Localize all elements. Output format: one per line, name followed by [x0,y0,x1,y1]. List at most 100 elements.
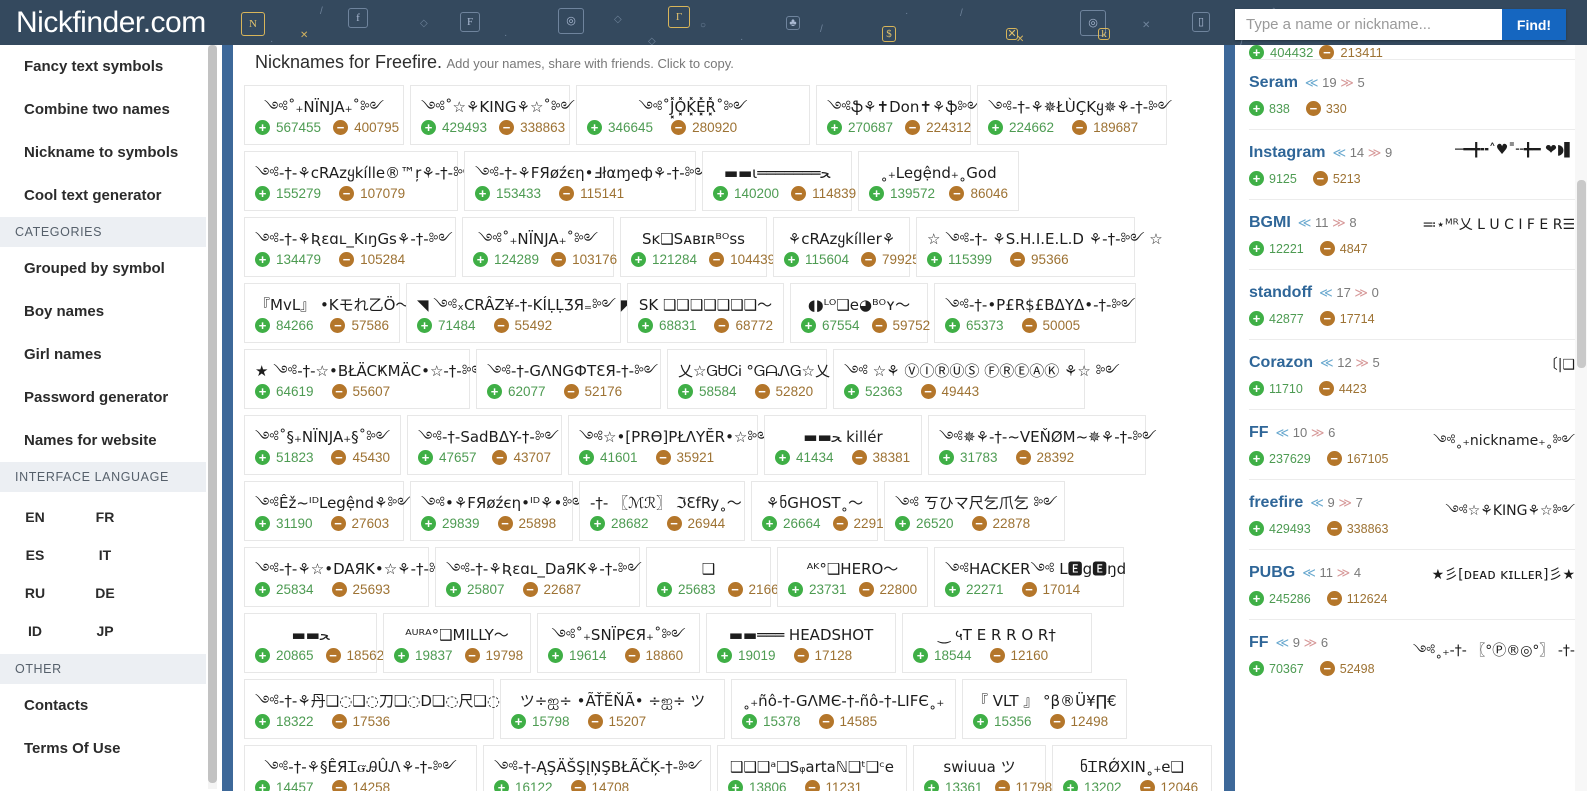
vote-up-icon[interactable]: + [657,582,672,597]
nickname-card[interactable]: ༺ֆ⚘✝Don✝⚘ֆ༻ +270687−224312 [816,85,981,145]
vote-down-icon[interactable]: − [1318,381,1334,396]
vote-down-icon[interactable]: − [949,186,965,201]
vote-up-icon[interactable]: + [638,318,653,333]
language-option-en[interactable]: EN [0,498,70,536]
language-option-jp[interactable]: JP [70,612,140,650]
vote-up-icon[interactable]: + [924,780,939,791]
tag-preview-nickname[interactable]: ★彡[ᴅᴇᴀᴅ ᴋɪʟʟᴇʀ]彡★ [1432,564,1575,584]
nickname-card[interactable]: ‿ ५T E R R O R† +18544 −12160 [902,613,1092,673]
sidebar-item-grouped-by-symbol[interactable]: Grouped by symbol [0,247,206,290]
vote-up-icon[interactable]: + [494,780,509,791]
vote-up-icon[interactable]: + [255,384,270,399]
vote-down-icon[interactable]: − [570,780,586,791]
nickname-card[interactable]: ნᏆRǾXIN˳₊e❑ +13202 −12046 [1052,745,1212,791]
vote-down-icon[interactable]: − [587,714,603,729]
nickname-card[interactable]: ༺˚₊NÏNJA₊˚༻ +567455−400795 [244,85,404,145]
vote-down-icon[interactable]: − [1319,311,1335,326]
vote-down-icon[interactable]: − [330,516,346,531]
vote-down-icon[interactable]: − [1139,780,1155,791]
nickname-card[interactable]: ᴬᴷ°❑HERO〜 +23731−22800 [777,547,928,607]
tag-preview-nickname[interactable]: ༺˳₊-†- 〖°Ⓟ®◎°〗 -†- [1413,634,1575,674]
tag-name[interactable]: Seram [1249,74,1298,92]
vote-down-icon[interactable]: − [497,516,513,531]
nickname-card[interactable]: ༺-†-⚘✵ŁÙÇKყ✵⚘-†-༻ +224662 −189687 [977,85,1172,145]
nickname-card[interactable]: 『MvL』 •Kモれ乙Ö〜 +84266 −57586 [244,283,410,343]
vote-down-icon[interactable]: − [331,384,347,399]
nickname-card[interactable]: ▬▬═══ HEADSHOT +19019 −17128 [706,613,896,673]
vote-down-icon[interactable]: − [559,186,575,201]
vote-up-icon[interactable]: + [844,384,859,399]
vote-down-icon[interactable]: − [971,516,987,531]
tag-list-item[interactable]: FF ≪ 9 ≫ 6 +70367−52498 ༺˳₊-†- 〖°Ⓟ®◎°〗 -†- [1249,619,1575,689]
page-scrollbar-track[interactable] [1575,45,1587,791]
vote-up-icon[interactable]: + [255,582,270,597]
vote-up-icon[interactable]: + [913,648,928,663]
nickname-card[interactable]: ༺˚₊SNÏPЄЯ₊˚༻ +19614 −18860 [537,613,700,673]
nickname-card[interactable]: ☆ ༺-†- ⚘S.H.I.E.L.D ⚘-†-༻ ☆ +115399 −95366 [916,217,1163,277]
language-option-fr[interactable]: FR [70,498,140,536]
tag-list-item[interactable]: PUBG ≪ 11 ≫ 4 +245286−112624 ★彡[ᴅᴇᴀᴅ ᴋɪʟʟᴇʀ… [1249,549,1575,619]
nickname-card[interactable]: ༺ ☆⚘ ⓋⒾⓇⓊⓈ ⒻⓇⒺⒶⓀ ⚘☆ ༻ +52363 −49443 [833,349,1120,409]
vote-down-icon[interactable]: − [339,252,355,267]
vote-up-icon[interactable]: + [511,714,526,729]
vote-down-icon[interactable]: − [325,648,341,663]
nickname-card[interactable]: ⚘ნGHOST˳〜 +26664−22918 [751,481,891,541]
sidebar-item-cool-text-generator[interactable]: Cool text generator [0,174,206,217]
vote-up-icon[interactable]: + [1249,101,1264,116]
vote-up-icon[interactable]: + [473,252,488,267]
vote-down-icon[interactable]: − [551,252,567,267]
tag-preview-nickname[interactable]: ─━╋╍˄♥˭╌╋━ ❤◗▌ [1455,142,1575,158]
vote-up-icon[interactable]: + [587,120,602,135]
nickname-card[interactable]: ▬▬ﺤ +20865−18562 [244,613,384,673]
tag-preview-nickname[interactable]: 〔|❑ [1544,354,1575,374]
tag-name[interactable]: Corazon [1249,354,1313,372]
nickname-card[interactable]: ༺-†-⚘FЯøźєη•Ⅎłαɱeф⚘-†-༻ +153433 −115141 [464,151,709,211]
sidebar-item-combine-two-names[interactable]: Combine two names [0,88,206,131]
nickname-card[interactable]: ˳₊ñô-†-GΛMЄ-†-ñô-†-LIFЄ˳₊ +15378 −14585 [731,679,956,739]
vote-up-icon[interactable]: + [255,780,270,791]
nickname-card[interactable]: ༺•⚘FЯøźєη•ᴵᴰ⚘•༻ +29839 −25898 [410,481,586,541]
brand-logo[interactable]: Nickfinder.com [0,0,222,45]
tag-preview-nickname[interactable]: ༺˳₊nickname₊˳༻ [1433,424,1575,464]
tag-list-item[interactable]: Corazon ≪ 12 ≫ 5 +11710−4423 〔|❑ [1249,339,1575,409]
nickname-card[interactable]: ༺-†-⚘☆•DAЯK•☆⚘-†-༻ +25834 −25693 [244,547,453,607]
vote-down-icon[interactable]: − [339,186,355,201]
nickname-card[interactable]: ༺˚§₊NÏNJA₊§˚༻ +51823 −45430 [244,415,401,475]
nickname-card[interactable]: 『 VLT 』 °β®Ü¥∏€ +15356 −12498 [962,679,1127,739]
sidebar-item-contacts[interactable]: Contacts [0,684,206,727]
nickname-card[interactable]: ツ÷ஐ÷ •ÃŤĔŇÃ• ÷ஐ÷ ツ +15798 −15207 [500,679,725,739]
vote-down-icon[interactable]: − [563,384,579,399]
vote-down-icon[interactable]: − [1021,582,1037,597]
vote-down-icon[interactable]: − [905,120,921,135]
nickname-card[interactable]: SK ❑❑❑❑❑❑❑〜 +68831 −68772 [627,283,784,343]
find-button[interactable]: Find! [1502,9,1566,40]
nickname-card[interactable]: ▬▬ι═══════ﺤ +140200−114839 [702,151,856,211]
vote-down-icon[interactable]: − [754,384,770,399]
vote-up-icon[interactable]: + [973,714,988,729]
vote-down-icon[interactable]: − [1319,241,1335,256]
nickname-card[interactable]: ❑❑❑ᵃ❑Sᵩartaℕ❑ᵗ❑ᶜe +13806 −11231 [717,745,907,791]
nickname-card[interactable]: ˳₊Legệnd₊˳God +139572−86046 [858,151,1019,211]
vote-down-icon[interactable]: − [671,120,687,135]
vote-up-icon[interactable]: + [446,582,461,597]
nickname-card[interactable]: ༺-†-SadBΔY-†-༻ +47657−43707 [407,415,562,475]
vote-down-icon[interactable]: − [793,648,809,663]
language-option-ru[interactable]: RU [0,574,70,612]
nickname-card[interactable]: ༺-†-⚘§ÊЯᏆᏻᎯÛᏁ⚘-†-༻ +14457 −14258 [244,745,477,791]
vote-up-icon[interactable]: + [869,186,884,201]
sidebar-scrollbar-thumb[interactable] [208,45,217,783]
vote-up-icon[interactable]: + [827,120,842,135]
vote-down-icon[interactable]: − [709,252,725,267]
vote-down-icon[interactable]: − [1072,120,1088,135]
vote-down-icon[interactable]: − [994,780,1010,791]
vote-up-icon[interactable]: + [417,318,432,333]
nickname-card[interactable]: ༺-†-⚘丹❑◌❑◌刀❑◌D❑◌尺❑◌モ| +18322 −17536 [244,679,520,739]
vote-up-icon[interactable]: + [742,714,757,729]
vote-up-icon[interactable]: + [394,648,409,663]
vote-up-icon[interactable]: + [895,516,910,531]
vote-up-icon[interactable]: + [1249,381,1264,396]
vote-down-icon[interactable]: − [624,648,640,663]
vote-up-icon[interactable]: + [1249,241,1264,256]
nickname-card[interactable]: ༺-†-GΛNGФTƐЯ-†-༻ +62077 −52176 [476,349,661,409]
sidebar-item-girl-names[interactable]: Girl names [0,333,206,376]
